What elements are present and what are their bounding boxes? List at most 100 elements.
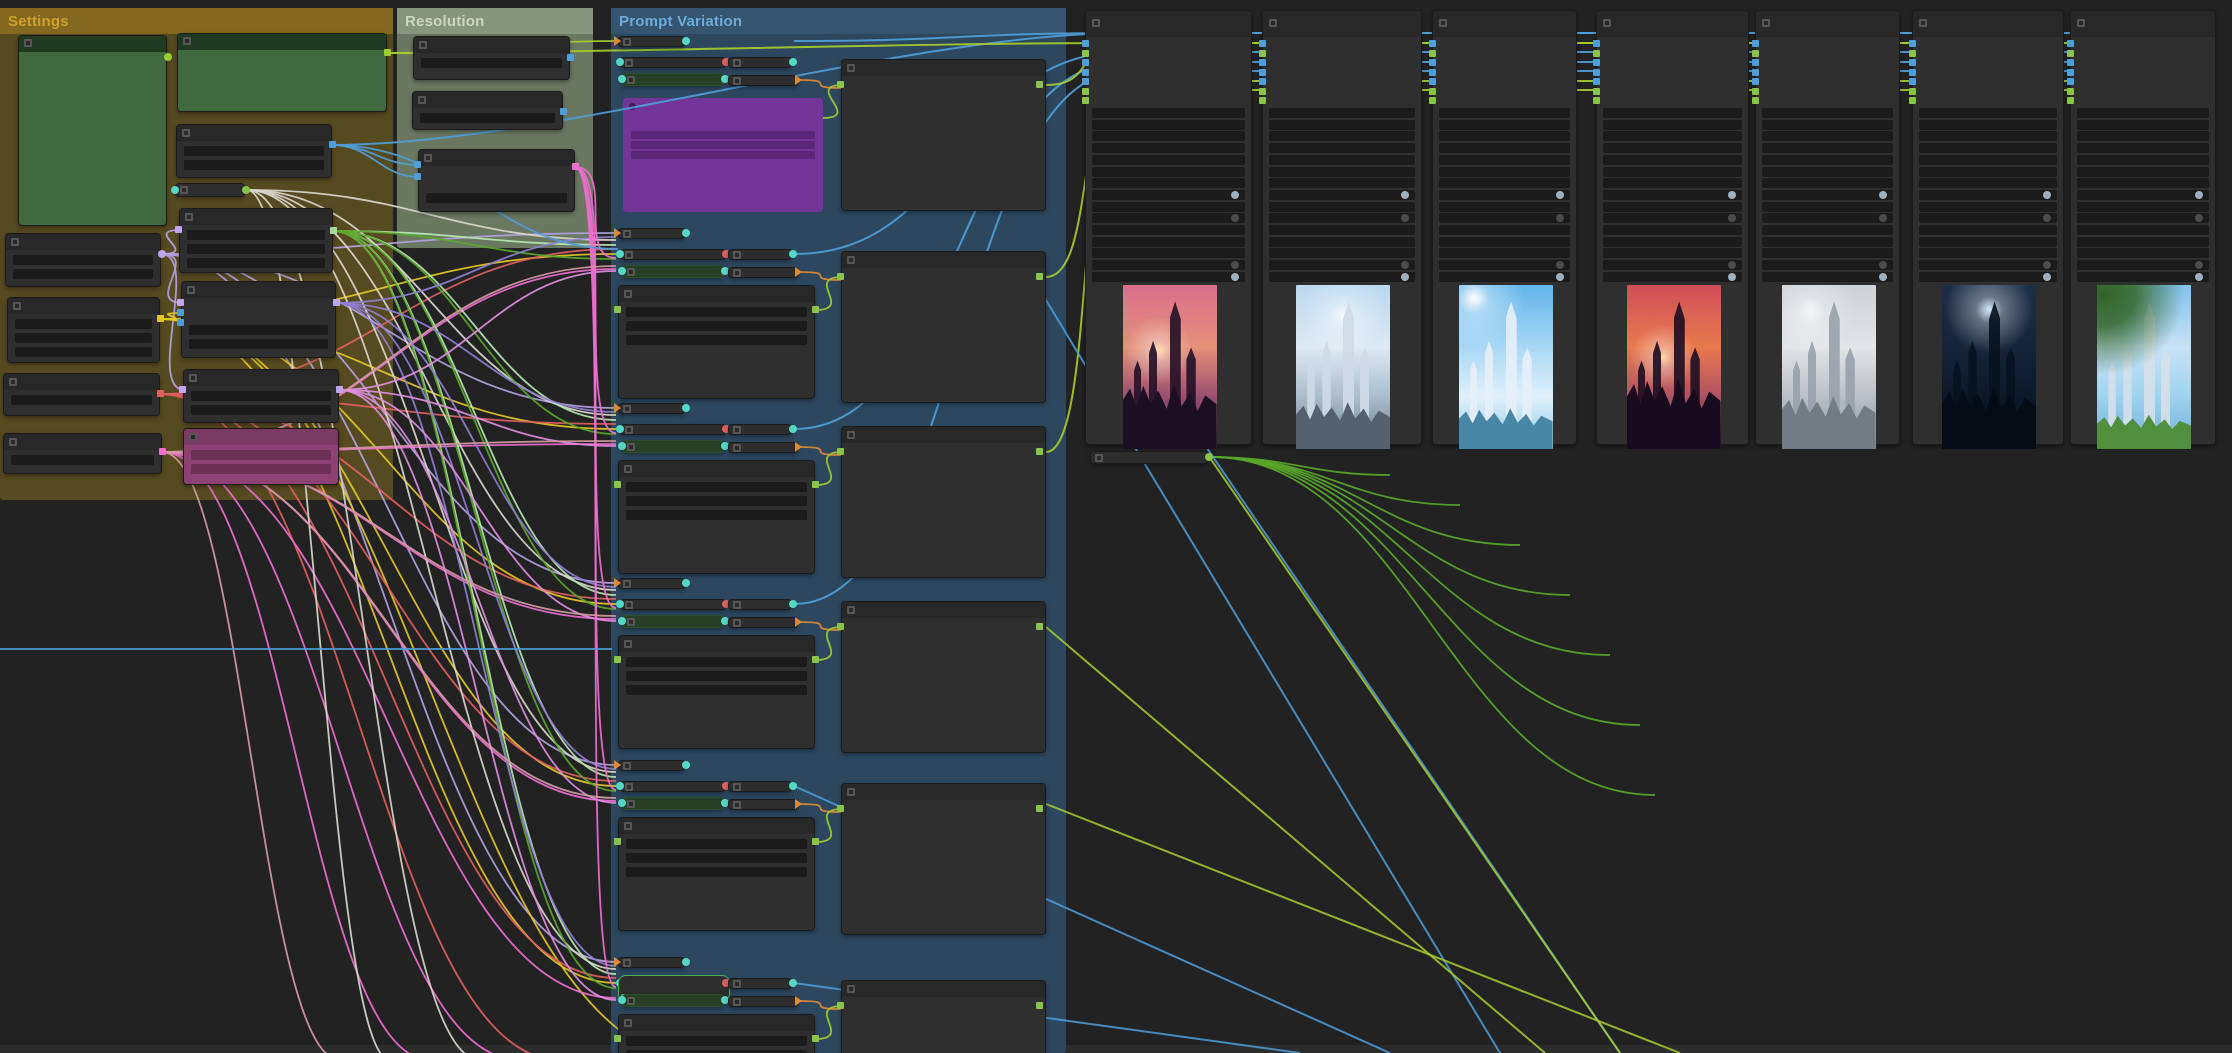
slot-green[interactable] [1036, 273, 1043, 280]
collapse-icon[interactable] [733, 979, 741, 988]
collapse-icon[interactable] [847, 788, 855, 796]
collapse-icon[interactable] [418, 96, 426, 104]
collapse-icon[interactable] [733, 800, 741, 809]
collapse-icon[interactable] [1095, 453, 1103, 462]
widget-row[interactable] [1919, 236, 2057, 247]
widget-row[interactable] [1269, 260, 1415, 271]
slot-blue[interactable] [1909, 69, 1916, 76]
node-titlebar[interactable] [842, 60, 1045, 76]
widget-row[interactable] [189, 339, 328, 349]
widget-row[interactable] [1269, 225, 1415, 235]
node-titlebar[interactable] [619, 461, 814, 477]
slot-teal[interactable] [682, 37, 690, 45]
node-titlebar[interactable] [8, 298, 159, 314]
widget-row[interactable] [1269, 119, 1415, 130]
slot-green[interactable] [812, 1035, 819, 1042]
generated-image-preview[interactable] [1626, 285, 1721, 449]
widget-row[interactable] [187, 230, 325, 240]
widget-row[interactable] [1762, 119, 1893, 130]
widget-row[interactable] [626, 671, 807, 681]
collapse-icon[interactable] [1092, 19, 1100, 27]
widget-row[interactable] [1919, 189, 2057, 200]
widget-row[interactable] [626, 853, 807, 863]
slot-green[interactable] [1593, 88, 1600, 95]
slot-green[interactable] [1259, 50, 1266, 57]
settings-node-r4[interactable] [183, 369, 339, 423]
variation-bar-3[interactable] [728, 57, 792, 68]
variation-text-node[interactable] [618, 285, 815, 399]
widget-row[interactable] [1603, 154, 1742, 165]
widget-row[interactable] [626, 867, 807, 877]
slot-green[interactable] [837, 448, 844, 455]
widget-row[interactable] [1603, 201, 1742, 212]
slot-blue[interactable] [1593, 69, 1600, 76]
widget-row[interactable] [1092, 154, 1245, 165]
widget-row[interactable] [1439, 108, 1570, 118]
slot-teal[interactable] [682, 761, 690, 769]
sampler-node[interactable] [1596, 10, 1749, 449]
widget-row[interactable] [2077, 189, 2209, 200]
slot-blue[interactable] [414, 161, 421, 168]
slot-green[interactable] [1036, 623, 1043, 630]
widget-row[interactable] [1762, 166, 1893, 177]
widget-row[interactable] [13, 255, 153, 265]
variation-bar-1[interactable] [618, 36, 685, 47]
resolution-node-1[interactable] [413, 36, 570, 80]
node-titlebar[interactable] [1086, 11, 1251, 37]
sampler-node[interactable] [1262, 10, 1422, 449]
widget-row[interactable] [1439, 225, 1570, 235]
variation-bar-4[interactable] [728, 75, 798, 86]
variation-display-node[interactable] [841, 601, 1046, 753]
widget-row[interactable] [1269, 154, 1415, 165]
collapse-icon[interactable] [24, 39, 32, 47]
variation-bar-3[interactable] [728, 978, 792, 989]
slot-green[interactable] [614, 481, 621, 488]
widget-row[interactable] [1919, 143, 2057, 154]
variation-bar-2[interactable] [620, 57, 726, 68]
resolution-node-2[interactable] [412, 91, 563, 130]
widget-row[interactable] [1762, 236, 1893, 247]
slot-blue[interactable] [1752, 78, 1759, 85]
sampler-node[interactable] [2070, 10, 2216, 449]
widget-combo-dot[interactable] [1231, 272, 1239, 281]
widget-row[interactable] [1269, 236, 1415, 247]
slot-orange-arrow[interactable] [795, 442, 802, 452]
slot-blue[interactable] [1429, 59, 1436, 66]
variation-text-node[interactable] [618, 635, 815, 749]
node-titlebar[interactable] [182, 282, 335, 298]
slot-lavender[interactable] [333, 299, 340, 306]
slot-red[interactable] [157, 390, 164, 397]
widget-row[interactable] [11, 395, 152, 405]
widget-row[interactable] [1762, 108, 1893, 118]
slot-green[interactable] [837, 1002, 844, 1009]
node-titlebar[interactable] [842, 252, 1045, 268]
slot-green[interactable] [242, 186, 250, 194]
generated-image-preview[interactable] [2097, 285, 2191, 449]
widget-row[interactable] [1092, 236, 1245, 247]
widget-combo-dot[interactable] [2195, 272, 2203, 281]
settings-node-l4[interactable] [3, 433, 162, 474]
collapse-icon[interactable] [1439, 19, 1447, 27]
slot-lime[interactable] [164, 53, 172, 61]
slot-lavender[interactable] [158, 250, 166, 258]
slot-teal[interactable] [789, 250, 797, 258]
collapse-icon[interactable] [189, 374, 197, 382]
generated-image-preview[interactable] [1122, 285, 1217, 449]
slot-blue[interactable] [2067, 78, 2074, 85]
slot-teal[interactable] [789, 58, 797, 66]
node-titlebar[interactable] [6, 234, 160, 250]
collapse-icon[interactable] [733, 997, 741, 1006]
slot-green[interactable] [1752, 97, 1759, 104]
slot-green[interactable] [1593, 50, 1600, 57]
collapse-icon[interactable] [11, 238, 19, 246]
slot-orange-arrow[interactable] [614, 578, 621, 588]
node-titlebar[interactable] [180, 209, 332, 225]
collapse-icon[interactable] [627, 75, 635, 84]
widget-row[interactable] [1762, 248, 1893, 259]
slot-blue[interactable] [1593, 40, 1600, 47]
widget-row[interactable] [1092, 201, 1245, 212]
slot-orange-arrow[interactable] [614, 36, 621, 46]
widget-row[interactable] [626, 685, 807, 695]
slot-green[interactable] [1259, 88, 1266, 95]
slot-green[interactable] [1752, 88, 1759, 95]
